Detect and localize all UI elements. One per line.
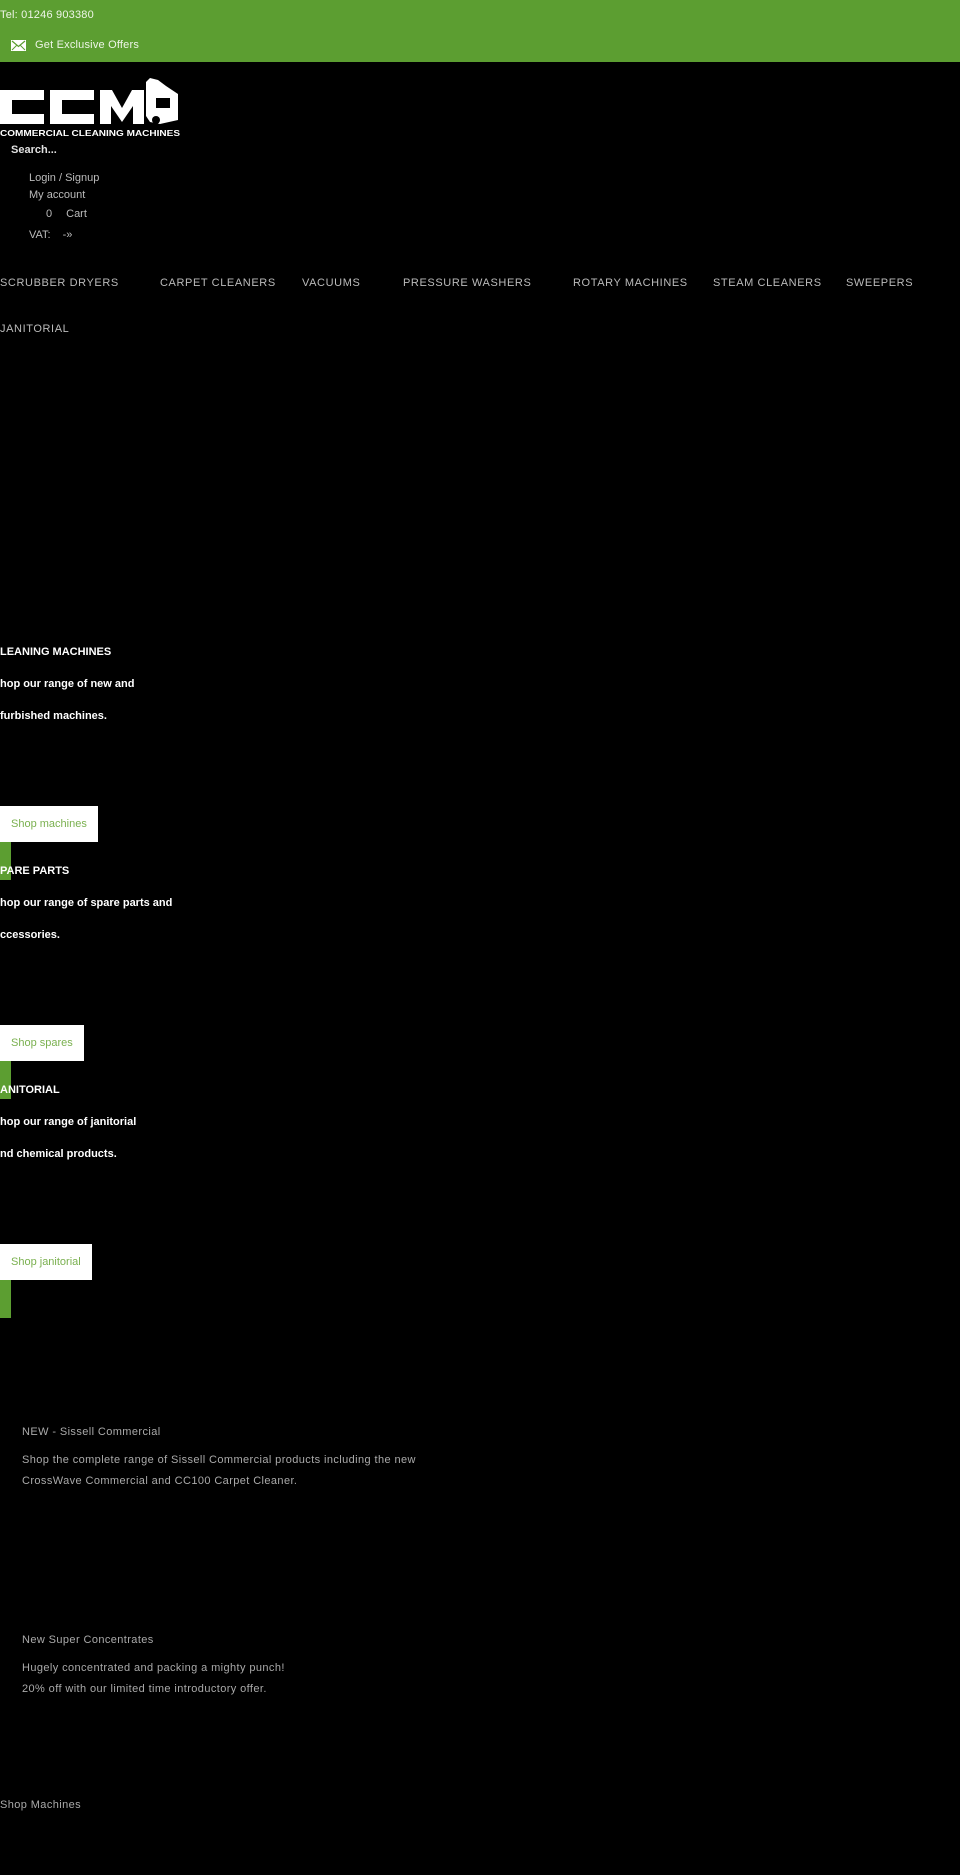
vat-label: VAT: <box>29 229 51 241</box>
cart-count: 0 <box>46 208 53 220</box>
category-description: hop our range of janitorial <box>0 1116 137 1128</box>
nav-item-scrubber-dryers[interactable]: SCRUBBER DRYERS <box>0 277 119 289</box>
promo-line: Hugely concentrated and packing a mighty… <box>22 1662 285 1674</box>
offers-label: Get Exclusive Offers <box>35 39 140 51</box>
search-input[interactable]: Search... <box>11 144 57 156</box>
promo-line: 20% off with our limited time introducto… <box>22 1683 267 1695</box>
nav-item-rotary-machines[interactable]: ROTARY MACHINES <box>573 277 688 289</box>
envelope-icon <box>11 39 26 51</box>
top-bar: Tel: 01246 903380 Get Exclusive Offers <box>0 0 960 62</box>
shop-spares-button[interactable]: Shop spares <box>0 1025 84 1061</box>
promo-sissell[interactable]: NEW - Sissell Commercial Shop the comple… <box>22 1426 416 1492</box>
promo-super-concentrates[interactable]: New Super Concentrates Hugely concentrat… <box>22 1634 285 1700</box>
account-links: Login / Signup My account <box>29 170 99 204</box>
nav-item-steam-cleaners[interactable]: STEAM CLEANERS <box>713 277 822 289</box>
exclusive-offers-link[interactable]: Get Exclusive Offers <box>11 39 139 51</box>
category-description: hop our range of new and <box>0 678 135 690</box>
category-description: hop our range of spare parts and <box>0 897 173 909</box>
vat-toggle-icon[interactable]: -» <box>63 229 73 241</box>
vat-toggle[interactable]: VAT: -» <box>29 229 72 241</box>
category-description: nd chemical products. <box>0 1148 117 1160</box>
promo-line: CrossWave Commercial and CC100 Carpet Cl… <box>22 1475 298 1487</box>
nav-item-pressure-washers[interactable]: PRESSURE WASHERS <box>403 277 531 289</box>
promo-description: Shop the complete range of Sissell Comme… <box>22 1450 416 1492</box>
shop-janitorial-button[interactable]: Shop janitorial <box>0 1244 92 1280</box>
category-accent-bar <box>0 1280 11 1318</box>
cart-link[interactable]: 0 Cart <box>46 208 87 220</box>
promo-description: Hugely concentrated and packing a mighty… <box>22 1658 285 1700</box>
site-logo[interactable]: COMMERCIAL CLEANING MACHINES <box>0 76 180 138</box>
shop-machines-link[interactable]: Shop Machines <box>0 1799 81 1811</box>
category-description: ccessories. <box>0 929 60 941</box>
cart-label: Cart <box>66 208 87 220</box>
promo-title: NEW - Sissell Commercial <box>22 1426 161 1438</box>
promo-line: Shop the complete range of Sissell Comme… <box>22 1454 416 1466</box>
category-title: PARE PARTS <box>0 865 70 877</box>
nav-item-sweepers[interactable]: SWEEPERS <box>846 277 913 289</box>
logo-subtitle: COMMERCIAL CLEANING MACHINES <box>0 128 180 138</box>
shop-machines-button[interactable]: Shop machines <box>0 806 98 842</box>
my-account-link[interactable]: My account <box>29 187 99 204</box>
category-title: LEANING MACHINES <box>0 646 112 658</box>
promo-title: New Super Concentrates <box>22 1634 154 1646</box>
nav-item-vacuums[interactable]: VACUUMS <box>302 277 360 289</box>
category-title: ANITORIAL <box>0 1084 60 1096</box>
nav-item-carpet-cleaners[interactable]: CARPET CLEANERS <box>160 277 276 289</box>
login-signup-link[interactable]: Login / Signup <box>29 170 99 187</box>
nav-item-janitorial[interactable]: JANITORIAL <box>0 323 69 335</box>
category-description: furbished machines. <box>0 710 107 722</box>
telephone-number[interactable]: Tel: 01246 903380 <box>0 9 94 21</box>
